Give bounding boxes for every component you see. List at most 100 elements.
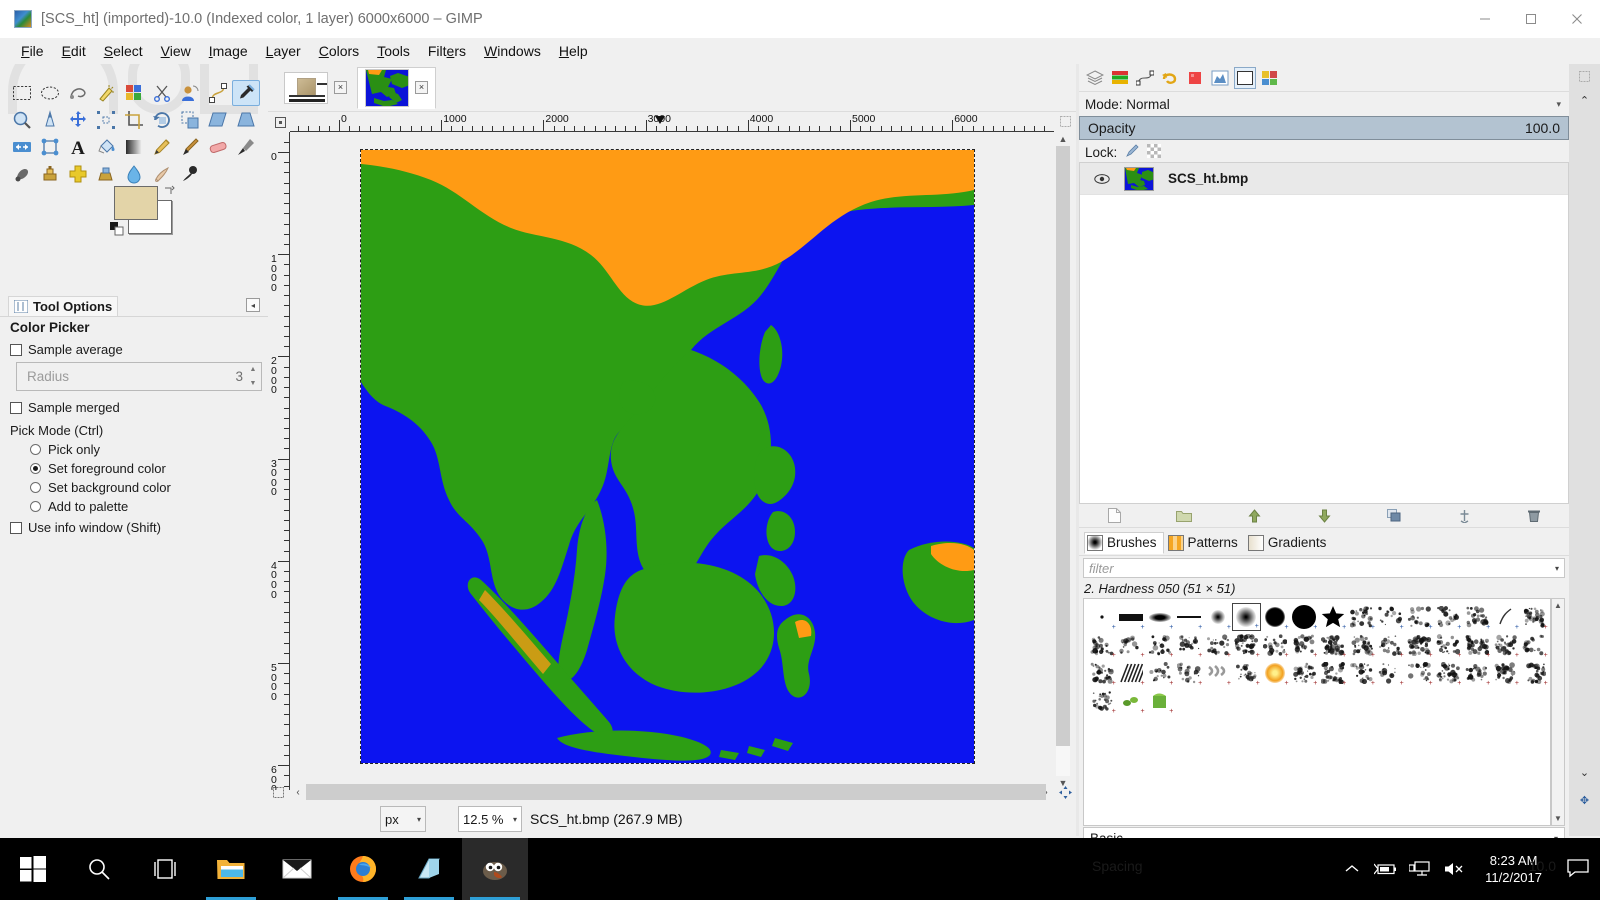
radio-set-background-color[interactable]	[30, 482, 41, 493]
rectangle-select-icon[interactable]	[8, 80, 36, 106]
navigation-preview-button[interactable]	[1056, 784, 1074, 800]
layers-icon[interactable]	[1084, 67, 1106, 89]
brush-swatch[interactable]: +	[1434, 659, 1463, 687]
brush-swatch[interactable]: +	[1290, 631, 1319, 659]
brush-swatch[interactable]: +	[1203, 631, 1232, 659]
ink-icon[interactable]	[8, 161, 36, 187]
vertical-scroll-track[interactable]	[1056, 146, 1070, 776]
brush-swatch[interactable]: +	[1318, 659, 1347, 687]
battery-icon[interactable]	[1369, 838, 1403, 900]
duplicate-layer-button[interactable]	[1359, 504, 1429, 528]
brush-swatch[interactable]: +	[1318, 603, 1347, 631]
menu-help[interactable]: Help	[550, 40, 597, 62]
tab-gradients[interactable]: Gradients	[1246, 533, 1333, 553]
scroll-up-arrow[interactable]: ▲	[1552, 599, 1564, 612]
horizontal-ruler[interactable]: 0 1000 2000 3000 4000 5000 6000	[290, 112, 1054, 132]
network-icon[interactable]	[1403, 838, 1437, 900]
firefox-button[interactable]	[330, 838, 396, 900]
brush-swatch[interactable]: +	[1520, 659, 1549, 687]
sample-merged-checkbox[interactable]	[10, 402, 22, 414]
layer-list[interactable]: SCS_ht.bmp	[1079, 162, 1569, 504]
quick-mask-toggle[interactable]	[270, 784, 286, 800]
foreground-select-icon[interactable]	[176, 80, 204, 106]
shear-icon[interactable]	[204, 107, 232, 133]
ellipse-select-icon[interactable]	[36, 80, 64, 106]
brush-swatch[interactable]: +	[1405, 631, 1434, 659]
ruler-origin-button[interactable]	[270, 112, 290, 132]
image-tab-scs-ht[interactable]: ×	[357, 67, 436, 109]
brush-swatch[interactable]: +	[1290, 603, 1319, 631]
brush-swatch[interactable]: +	[1462, 631, 1491, 659]
fuzzy-select-icon[interactable]	[92, 80, 120, 106]
pick-mode-option-pick-only[interactable]: Pick only	[30, 442, 262, 457]
brush-swatch[interactable]: +	[1146, 659, 1175, 687]
tool-options-menu-button[interactable]: ◂	[246, 298, 260, 312]
radius-stepper-arrows[interactable]: ▲ ▼	[247, 364, 259, 389]
brush-swatch[interactable]: +	[1347, 659, 1376, 687]
brush-swatch[interactable]: +	[1146, 603, 1175, 631]
scroll-up-arrow[interactable]: ⌃	[1569, 88, 1600, 112]
tab-brushes[interactable]: Brushes	[1084, 532, 1164, 554]
brush-swatch[interactable]: +	[1347, 603, 1376, 631]
close-button[interactable]	[1554, 0, 1600, 38]
paintbrush-icon[interactable]	[176, 134, 204, 160]
brush-swatch[interactable]: +	[1376, 631, 1405, 659]
brush-swatch[interactable]: +	[1491, 603, 1520, 631]
brush-swatch[interactable]: +	[1203, 659, 1232, 687]
brush-grid[interactable]: + + + + + + + + + + + + + + + + + + + + + + + + + + + + + + + + + + + + + + + +…	[1083, 598, 1551, 826]
brush-swatch[interactable]: +	[1462, 659, 1491, 687]
pointer-icon[interactable]	[1259, 67, 1281, 89]
selection-editor-icon[interactable]	[1234, 67, 1256, 89]
sample-average-checkbox[interactable]	[10, 344, 22, 356]
pick-mode-option-set-foreground[interactable]: Set foreground color	[30, 461, 262, 476]
eraser-icon[interactable]	[204, 134, 232, 160]
brush-swatch[interactable]: +	[1405, 659, 1434, 687]
menu-colors[interactable]: Colors	[310, 40, 368, 62]
menu-file[interactable]: File	[12, 40, 53, 62]
mail-button[interactable]	[264, 838, 330, 900]
image-canvas[interactable]	[361, 150, 974, 763]
menu-view[interactable]: View	[152, 40, 200, 62]
paths-icon[interactable]	[1134, 67, 1156, 89]
brush-swatch[interactable]: +	[1434, 631, 1463, 659]
menu-image[interactable]: Image	[200, 40, 257, 62]
foreground-color-swatch[interactable]	[114, 186, 158, 220]
swap-colors-icon[interactable]	[162, 184, 176, 198]
heal-icon[interactable]	[64, 161, 92, 187]
anchor-layer-button[interactable]	[1429, 504, 1499, 528]
brush-swatch[interactable]: +	[1232, 603, 1261, 631]
canvas-horizontal-scrollbar[interactable]: ‹ ›	[290, 784, 1054, 800]
brush-swatch[interactable]: +	[1491, 631, 1520, 659]
brush-swatch[interactable]: +	[1146, 687, 1175, 715]
store-button[interactable]	[396, 838, 462, 900]
pick-mode-option-set-background[interactable]: Set background color	[30, 480, 262, 495]
text-icon[interactable]: A	[64, 134, 92, 160]
move-handle-icon[interactable]: ✥	[1569, 788, 1600, 812]
scissors-select-icon[interactable]	[148, 80, 176, 106]
menu-tools[interactable]: Tools	[368, 40, 419, 62]
chevron-down-icon[interactable]: ▾	[1556, 99, 1561, 110]
task-view-button[interactable]	[132, 838, 198, 900]
channels-icon[interactable]	[1109, 67, 1131, 89]
close-tab-icon[interactable]: ×	[415, 81, 428, 94]
scroll-down-arrow[interactable]: ⌄	[1569, 760, 1600, 784]
brush-swatch[interactable]: +	[1347, 631, 1376, 659]
brush-swatch[interactable]: +	[1462, 603, 1491, 631]
brush-swatch[interactable]: +	[1376, 659, 1405, 687]
radio-pick-only[interactable]	[30, 444, 41, 455]
brush-swatch[interactable]: +	[1232, 659, 1261, 687]
tab-patterns[interactable]: Patterns	[1166, 533, 1244, 553]
scroll-up-arrow[interactable]: ▲	[1056, 132, 1070, 146]
use-info-window-row[interactable]: Use info window (Shift)	[10, 520, 262, 535]
lock-pixels-icon[interactable]	[1125, 144, 1139, 161]
scale-icon[interactable]	[176, 107, 204, 133]
histogram-icon[interactable]	[1209, 67, 1231, 89]
table-row[interactable]: SCS_ht.bmp	[1080, 163, 1568, 195]
horizontal-scroll-track[interactable]	[306, 784, 1038, 800]
horizontal-scroll-thumb[interactable]	[306, 784, 1046, 800]
tool-options-tab[interactable]: Tool Options	[8, 296, 118, 316]
brush-swatch[interactable]: +	[1117, 631, 1146, 659]
color-picker-icon[interactable]	[232, 80, 260, 106]
zoom-icon[interactable]	[8, 107, 36, 133]
vertical-ruler[interactable]: 0100020003000400050006000	[270, 132, 290, 790]
